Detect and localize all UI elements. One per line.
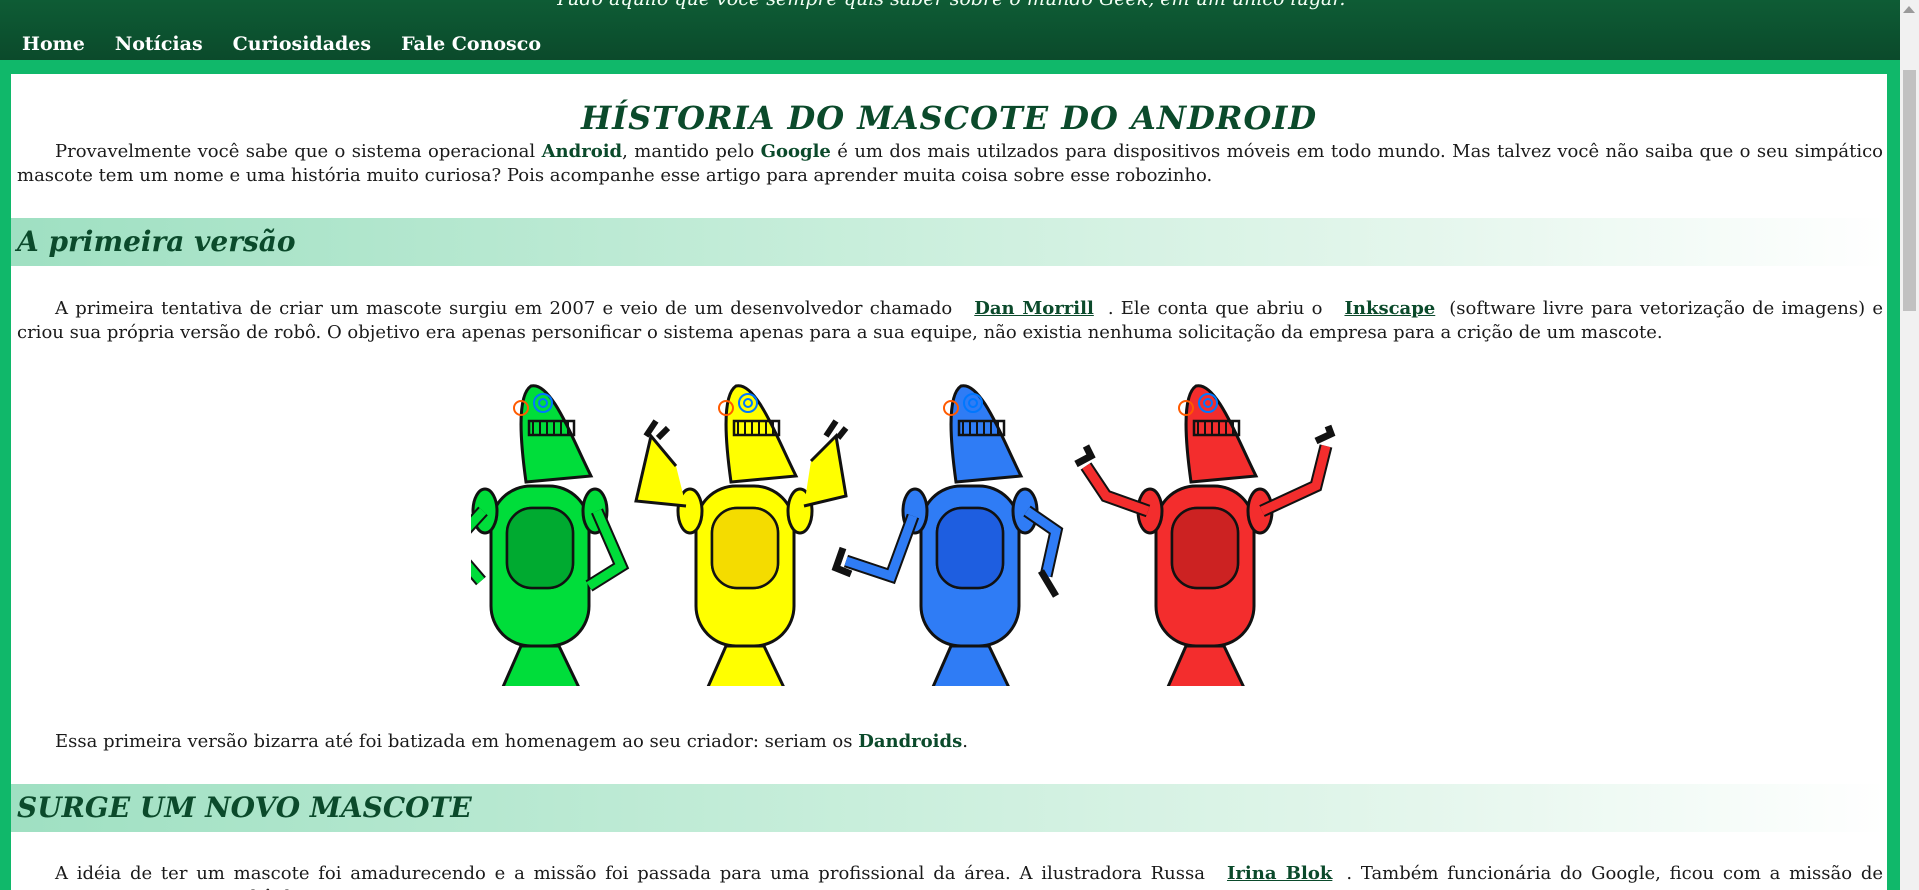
nav-fale-conosco[interactable]: Fale Conosco <box>401 33 541 55</box>
main-nav: Home Notícias Curiosidades Fale Conosco <box>22 33 541 55</box>
scroll-up-arrow-icon[interactable] <box>1903 6 1915 13</box>
new-mascot-text-1: A idéia de ter um mascote foi amadurecen… <box>55 863 1205 884</box>
robot-yellow <box>634 384 849 705</box>
intro-text-1: Provavelmente você sabe que o sistema op… <box>55 141 542 162</box>
dandroids-bold: Dandroids <box>858 731 963 752</box>
site-tagline: Tudo aquilo que você sempre quis saber s… <box>0 0 1900 10</box>
section-heading-bar: A primeira versão <box>11 218 1887 266</box>
intro-paragraph: Provavelmente você sabe que o sistema op… <box>17 140 1883 188</box>
page-title: HÍSTORIA DO MASCOTE DO ANDROID <box>580 99 1318 138</box>
dandroids-text-1: Essa primeira versão bizarra até foi bat… <box>55 731 859 752</box>
intro-bold-android: Android <box>541 141 623 162</box>
section-heading-first-version: A primeira versão <box>17 225 296 258</box>
robot-green <box>442 384 630 705</box>
first-version-text-2: . Ele conta que abriu o <box>1107 298 1323 319</box>
robot-blue <box>831 384 1064 705</box>
first-version-paragraph: A primeira tentativa de criar um mascote… <box>17 297 1883 345</box>
robot-red <box>1074 384 1336 705</box>
dandroids-image <box>442 381 1441 705</box>
irina-blok-link[interactable]: Irina Blok <box>1227 863 1332 884</box>
first-version-text-1: A primeira tentativa de criar um mascote… <box>55 298 953 319</box>
dan-morrill-link[interactable]: Dan Morrill <box>974 298 1094 319</box>
dandroids-paragraph: Essa primeira versão bizarra até foi bat… <box>17 730 1883 754</box>
scrollbar-thumb[interactable] <box>1903 70 1916 311</box>
new-mascot-paragraph: A idéia de ter um mascote foi amadurecen… <box>17 862 1883 890</box>
nav-curiosidades[interactable]: Curiosidades <box>233 33 371 55</box>
nav-home[interactable]: Home <box>22 33 85 55</box>
dandroids-text-2: . <box>962 731 968 752</box>
section-heading-bar-2: SURGE UM NOVO MASCOTE <box>11 784 1887 832</box>
inkscape-link[interactable]: Inkscape <box>1344 298 1435 319</box>
intro-text-2: , mantido pelo <box>622 141 761 162</box>
nav-noticias[interactable]: Notícias <box>115 33 203 55</box>
section-heading-new-mascot: SURGE UM NOVO MASCOTE <box>17 791 472 824</box>
dandroids-illustration <box>442 384 1336 705</box>
intro-bold-google: Google <box>760 141 831 162</box>
article: HÍSTORIA DO MASCOTE DO ANDROID Provavelm… <box>11 74 1887 890</box>
site-header: Tudo aquilo que você sempre quis saber s… <box>0 0 1900 60</box>
